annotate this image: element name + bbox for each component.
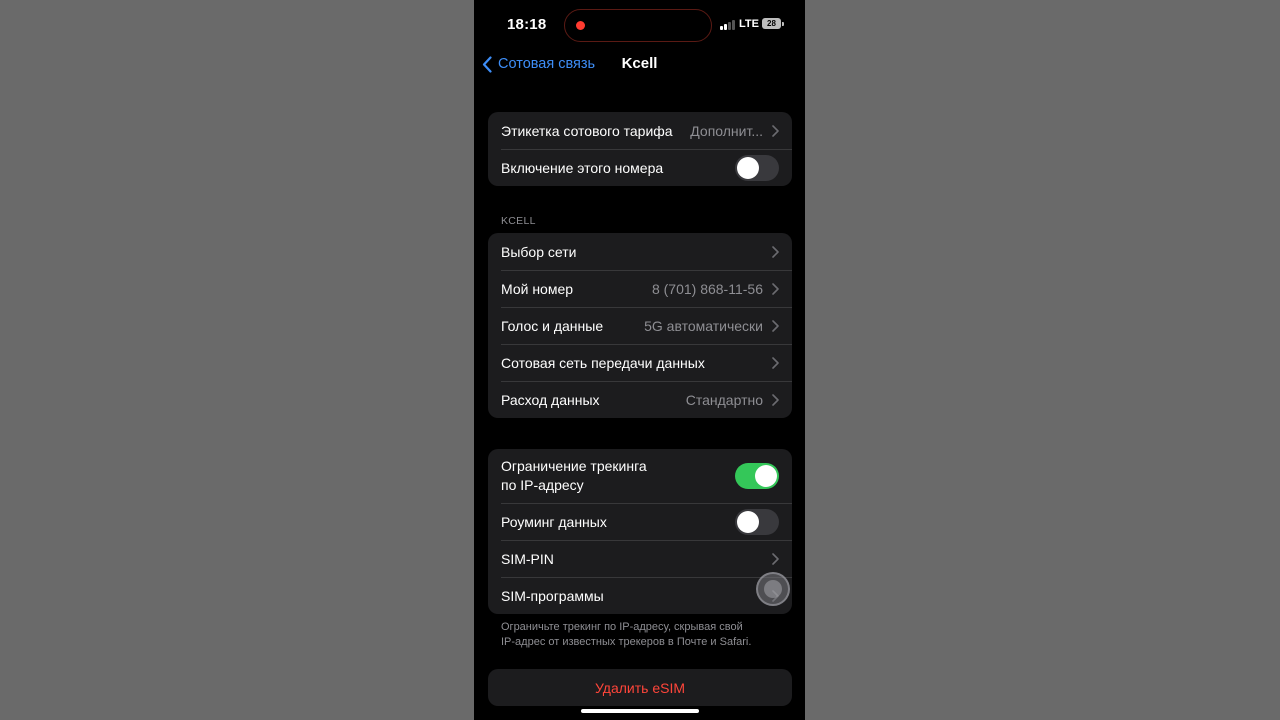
ip-tracking-toggle[interactable]	[735, 463, 779, 489]
plan-label-row[interactable]: Этикетка сотового тарифа Дополнит...	[488, 112, 792, 149]
network-selection-label: Выбор сети	[501, 243, 577, 260]
recording-indicator-icon	[576, 21, 585, 30]
sim-pin-label: SIM-PIN	[501, 550, 554, 567]
network-selection-row[interactable]: Выбор сети	[488, 233, 792, 270]
network-type: LTE	[739, 18, 759, 30]
cellular-signal-icon	[720, 19, 736, 30]
ip-tracking-row: Ограничение трекинга по IP-адресу	[488, 449, 792, 503]
kcell-settings-group: Выбор сети Мой номер 8 (701) 868-11-56 Г…	[488, 233, 792, 418]
cellular-data-network-row[interactable]: Сотовая сеть передачи данных	[488, 344, 792, 381]
chevron-right-icon	[772, 319, 779, 332]
voice-data-value: 5G автоматически	[644, 317, 763, 334]
plan-settings-group: Этикетка сотового тарифа Дополнит... Вкл…	[488, 112, 792, 186]
data-roaming-row: Роуминг данных	[488, 503, 792, 540]
chevron-right-icon	[772, 245, 779, 258]
background-left	[0, 0, 474, 720]
my-number-row[interactable]: Мой номер 8 (701) 868-11-56	[488, 270, 792, 307]
section-header-kcell: KCELL	[501, 215, 536, 227]
sim-apps-row[interactable]: SIM-программы	[488, 577, 792, 614]
data-mode-value: Стандартно	[685, 391, 763, 408]
ip-tracking-footer: Ограничьте трекинг по IP-адресу, скрывая…	[501, 620, 781, 650]
page-title: Kcell	[621, 55, 658, 72]
sim-apps-label: SIM-программы	[501, 587, 604, 604]
chevron-right-icon	[772, 356, 779, 369]
data-roaming-label: Роуминг данных	[501, 513, 607, 530]
plan-label-value: Дополнит...	[690, 122, 763, 139]
background-right	[805, 0, 1280, 720]
plan-label-title: Этикетка сотового тарифа	[501, 122, 673, 139]
voice-data-label: Голос и данные	[501, 317, 604, 334]
cellular-data-network-label: Сотовая сеть передачи данных	[501, 354, 705, 371]
dynamic-island[interactable]	[564, 9, 712, 42]
status-time: 18:18	[507, 16, 547, 33]
data-mode-row[interactable]: Расход данных Стандартно	[488, 381, 792, 418]
battery-icon: 28	[762, 18, 784, 29]
data-mode-label: Расход данных	[501, 391, 600, 408]
my-number-label: Мой номер	[501, 280, 574, 297]
voice-data-row[interactable]: Голос и данные 5G автоматически	[488, 307, 792, 344]
data-roaming-toggle[interactable]	[735, 508, 779, 535]
delete-esim-button[interactable]: Удалить eSIM	[488, 669, 792, 706]
ip-tracking-label-line2: по IP-адресу	[501, 477, 584, 493]
enable-line-row: Включение этого номера	[488, 149, 792, 186]
sim-pin-row[interactable]: SIM-PIN	[488, 540, 792, 577]
phone-screen: 18:18 LTE 28 Сотовая связь Kcell Этикетк…	[474, 0, 805, 720]
ip-tracking-label: Ограничение трекинга по IP-адресу	[501, 457, 647, 495]
home-indicator[interactable]	[581, 709, 699, 713]
chevron-right-icon	[772, 393, 779, 406]
chevron-right-icon	[772, 282, 779, 295]
privacy-sim-group: Ограничение трекинга по IP-адресу Роумин…	[488, 449, 792, 614]
chevron-right-icon	[772, 124, 779, 137]
footer-line1: Ограничьте трекинг по IP-адресу, скрывая…	[501, 621, 743, 633]
my-number-value: 8 (701) 868-11-56	[651, 280, 763, 297]
footer-line2: IP-адрес от известных трекеров в Почте и…	[501, 636, 752, 648]
enable-line-label: Включение этого номера	[501, 159, 664, 176]
touch-indicator	[756, 572, 790, 606]
enable-line-toggle[interactable]	[735, 154, 779, 181]
chevron-right-icon	[772, 552, 779, 565]
ip-tracking-label-line1: Ограничение трекинга	[501, 458, 647, 474]
